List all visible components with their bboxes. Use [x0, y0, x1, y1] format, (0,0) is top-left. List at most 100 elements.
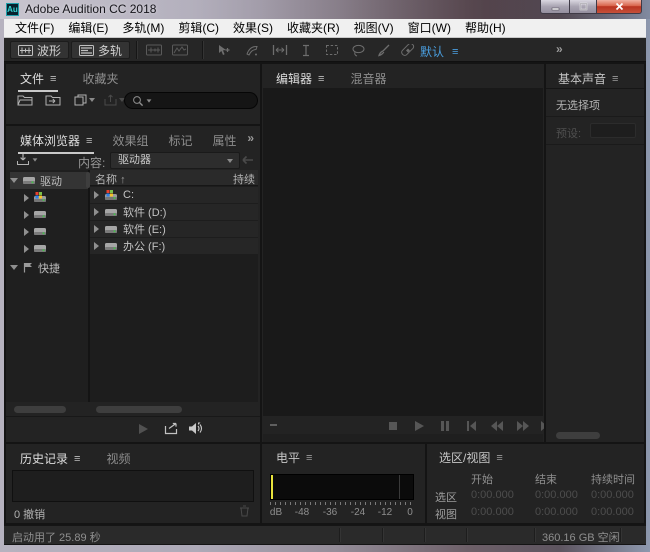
tab-selection-view[interactable]: 选区/视图 ≡ — [437, 444, 505, 469]
list-row-drive-f[interactable]: 办公 (F:) — [90, 238, 258, 254]
panel-menu-icon[interactable]: ≡ — [86, 135, 92, 147]
tree-item-shortcuts[interactable]: 快捷 — [10, 259, 88, 276]
toolbar-overflow-chevron[interactable]: » — [556, 42, 563, 56]
history-list[interactable] — [12, 470, 254, 502]
show-waveform-display-icon[interactable] — [146, 43, 162, 57]
selection-end-value[interactable]: 0:00.000 — [535, 489, 578, 501]
menu-edit[interactable]: 编辑(E) — [61, 19, 115, 37]
expander-right-icon[interactable] — [24, 194, 29, 202]
razor-tool-icon[interactable] — [244, 43, 260, 57]
tab-mixer[interactable]: 混音器 — [348, 64, 388, 90]
expander-down-icon[interactable] — [10, 178, 18, 183]
preview-play-button[interactable] — [138, 423, 149, 435]
open-file-button[interactable] — [16, 92, 34, 108]
panel-menu-icon[interactable]: ≡ — [306, 452, 312, 464]
search-options-arrow[interactable] — [147, 99, 152, 102]
tab-video[interactable]: 视频 — [104, 444, 132, 470]
minimize-button[interactable] — [540, 0, 569, 14]
panel-menu-icon[interactable]: ≡ — [612, 73, 618, 85]
expander-right-icon[interactable] — [24, 211, 29, 219]
history-delete-button[interactable] — [239, 505, 250, 517]
tree-item-drive-e[interactable] — [10, 223, 88, 240]
editor-horizontal-scrollbar[interactable] — [263, 434, 543, 442]
menu-favorites[interactable]: 收藏夹(R) — [280, 19, 347, 37]
fast-forward-button[interactable] — [516, 420, 530, 432]
level-meter[interactable] — [270, 474, 414, 500]
workspace-menu-icon[interactable]: ≡ — [452, 46, 458, 58]
preset-dropdown[interactable] — [590, 123, 636, 138]
tab-markers[interactable]: 标记 — [166, 126, 194, 152]
view-start-value[interactable]: 0:00.000 — [471, 506, 514, 518]
tree-item-drive-d[interactable] — [10, 206, 88, 223]
go-to-end-button[interactable] — [538, 420, 544, 432]
editor-zoom-handle[interactable] — [270, 424, 277, 426]
editor-canvas[interactable] — [263, 88, 543, 416]
menu-effects[interactable]: 效果(S) — [226, 19, 280, 37]
new-file-dropdown-arrow[interactable] — [89, 98, 95, 102]
import-file-button[interactable] — [44, 92, 62, 108]
list-row-drive-e[interactable]: 软件 (E:) — [90, 221, 258, 237]
import-dropdown-arrow[interactable] — [33, 158, 38, 161]
selection-start-value[interactable]: 0:00.000 — [471, 489, 514, 501]
selection-duration-value[interactable]: 0:00.000 — [591, 489, 634, 501]
import-into-files-button[interactable] — [16, 153, 38, 166]
tab-files[interactable]: 文件 ≡ — [18, 64, 58, 92]
expander-right-icon[interactable] — [24, 245, 29, 253]
menu-clip[interactable]: 剪辑(C) — [171, 19, 226, 37]
view-duration-value[interactable]: 0:00.000 — [591, 506, 634, 518]
waveform-view-button[interactable]: 波形 — [10, 41, 69, 59]
tab-favorites[interactable]: 收藏夹 — [80, 64, 120, 90]
expander-right-icon[interactable] — [94, 191, 99, 199]
expander-right-icon[interactable] — [94, 242, 99, 250]
list-row-drive-d[interactable]: 软件 (D:) — [90, 204, 258, 220]
content-dropdown[interactable]: 驱动器 — [110, 152, 240, 169]
rewind-button[interactable] — [490, 420, 504, 432]
tree-horizontal-scrollbar[interactable] — [14, 406, 66, 413]
list-horizontal-scrollbar[interactable] — [96, 406, 182, 413]
tab-history[interactable]: 历史记录 ≡ — [18, 444, 82, 472]
multitrack-view-button[interactable]: 多轨 — [71, 41, 130, 59]
back-button[interactable] — [241, 155, 254, 165]
duration-column-header[interactable]: 持续 — [233, 171, 255, 187]
tree-item-drive-f[interactable] — [10, 240, 88, 257]
menu-multitrack[interactable]: 多轨(M) — [115, 19, 171, 37]
tab-essential-sound[interactable]: 基本声音 ≡ — [556, 64, 620, 90]
view-end-value[interactable]: 0:00.000 — [535, 506, 578, 518]
tab-properties[interactable]: 属性 — [210, 126, 238, 152]
show-spectral-display-icon[interactable] — [172, 43, 188, 57]
panel-menu-icon[interactable]: ≡ — [74, 453, 80, 465]
panel-menu-icon[interactable]: ≡ — [318, 73, 324, 85]
menu-view[interactable]: 视图(V) — [347, 19, 401, 37]
paintbrush-selection-tool-icon[interactable] — [376, 43, 392, 57]
tab-levels[interactable]: 电平 ≡ — [274, 444, 314, 469]
name-column-header[interactable]: 名称 ↑ — [95, 171, 126, 187]
preview-volume-button[interactable] — [188, 422, 204, 435]
new-file-button[interactable] — [72, 92, 96, 108]
panel-menu-icon[interactable]: ≡ — [496, 452, 502, 464]
search-input[interactable] — [124, 92, 258, 109]
export-file-button[interactable] — [102, 92, 126, 108]
lasso-selection-tool-icon[interactable] — [350, 43, 366, 57]
media-list-header[interactable]: 名称 ↑ 持续 — [90, 170, 258, 186]
close-button[interactable] — [597, 0, 642, 14]
expander-right-icon[interactable] — [24, 228, 29, 236]
panel-menu-icon[interactable]: ≡ — [50, 73, 56, 85]
move-tool-icon[interactable] — [216, 43, 232, 57]
maximize-button[interactable] — [569, 0, 597, 14]
stop-button[interactable] — [386, 420, 400, 432]
tree-item-drives[interactable]: 驱动 — [10, 172, 88, 189]
expander-right-icon[interactable] — [94, 208, 99, 216]
title-bar[interactable]: Au Adobe Audition CC 2018 — [0, 0, 650, 19]
expander-down-icon[interactable] — [10, 265, 18, 270]
time-selection-tool-icon[interactable] — [298, 43, 314, 57]
list-row-drive-c[interactable]: C: — [90, 187, 258, 203]
go-to-start-button[interactable] — [464, 420, 478, 432]
marquee-selection-tool-icon[interactable] — [324, 43, 340, 57]
pause-button[interactable] — [438, 420, 452, 432]
tab-effects-rack[interactable]: 效果组 — [110, 126, 150, 152]
workspace-switcher[interactable]: 默认 ≡ — [420, 43, 458, 60]
menu-help[interactable]: 帮助(H) — [458, 19, 513, 37]
menu-window[interactable]: 窗口(W) — [401, 19, 458, 37]
panel-overflow-chevron[interactable]: » — [247, 131, 254, 145]
menu-file[interactable]: 文件(F) — [8, 19, 61, 37]
